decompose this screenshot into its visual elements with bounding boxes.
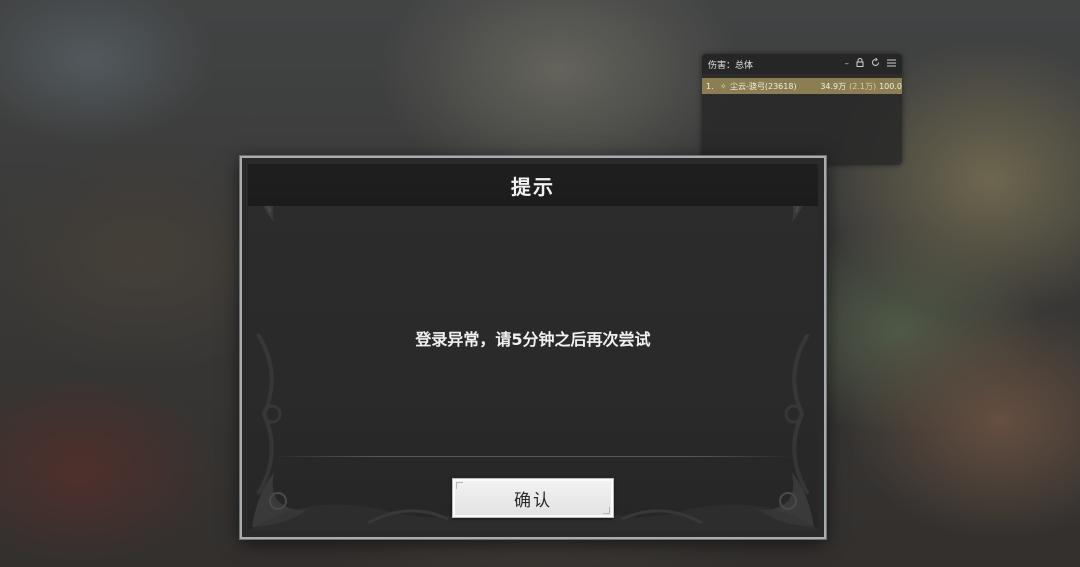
confirm-button-label: 确认 [514, 490, 552, 511]
dialog-title: 提示 [511, 174, 555, 199]
button-corner-decoration [603, 507, 610, 514]
button-corner-decoration [456, 482, 463, 489]
damage-meter-header[interactable]: 伤害：总体 – [702, 54, 902, 74]
dialog-message: 登录异常，请5分钟之后再次尝试 [415, 330, 651, 349]
side-ornament-icon [784, 334, 810, 494]
row-rank: 1. [706, 81, 714, 91]
dialog-divider [272, 456, 794, 457]
dialog-body: 提示 登录异常，请5分钟之后再次尝试 确认 [248, 164, 818, 531]
damage-meter-panel: 伤害：总体 – 1. ✧ 尘云-骁弓(23618) 34.9万 (2.1万) 1… [702, 54, 902, 165]
damage-meter-row[interactable]: 1. ✧ 尘云-骁弓(23618) 34.9万 (2.1万) 100.0 [702, 78, 902, 94]
notice-dialog: 提示 登录异常，请5分钟之后再次尝试 确认 [240, 156, 826, 539]
damage-meter-controls: – [845, 57, 896, 70]
confirm-button[interactable]: 确认 [452, 478, 614, 518]
row-dps: (2.1万) [849, 81, 877, 91]
damage-meter-title: 伤害：总体 [708, 60, 754, 71]
reset-icon[interactable] [871, 57, 880, 70]
row-player-name: 尘云-骁弓(23618) [730, 81, 797, 91]
class-icon: ✧ [720, 81, 727, 91]
minimize-icon[interactable]: – [845, 59, 850, 69]
row-percent: 100.0 [879, 81, 902, 91]
row-damage: 34.9万 [820, 81, 847, 91]
menu-icon[interactable] [887, 59, 896, 70]
lock-icon[interactable] [856, 58, 864, 70]
side-ornament-icon [256, 334, 282, 494]
dialog-title-bar: 提示 [248, 164, 818, 206]
